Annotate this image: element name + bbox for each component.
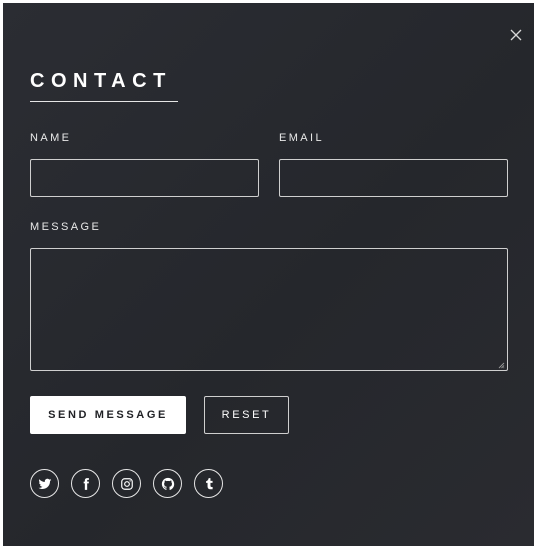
name-input[interactable]: [30, 159, 259, 197]
github-link[interactable]: [153, 469, 182, 498]
close-icon: [510, 29, 522, 41]
facebook-icon: [83, 477, 89, 490]
twitter-link[interactable]: [30, 469, 59, 498]
github-icon: [161, 477, 174, 490]
instagram-icon: [120, 477, 133, 490]
contact-modal: CONTACT NAME EMAIL MESSAGE SEND MESSAGE …: [3, 3, 534, 546]
instagram-link[interactable]: [112, 469, 141, 498]
send-message-label: SEND MESSAGE: [48, 409, 168, 421]
tumblr-icon: [205, 477, 213, 489]
send-message-button[interactable]: SEND MESSAGE: [30, 396, 186, 434]
tumblr-link[interactable]: [194, 469, 223, 498]
facebook-link[interactable]: [71, 469, 100, 498]
email-input[interactable]: [279, 159, 508, 197]
modal-title: CONTACT: [30, 70, 172, 92]
reset-label: RESET: [221, 409, 272, 421]
email-label: EMAIL: [279, 132, 325, 144]
close-button[interactable]: [508, 27, 524, 43]
title-underline: [30, 101, 178, 102]
reset-button[interactable]: RESET: [204, 396, 289, 434]
message-textarea[interactable]: [30, 248, 508, 371]
twitter-icon: [38, 478, 51, 489]
message-label: MESSAGE: [30, 221, 102, 233]
name-label: NAME: [30, 132, 72, 144]
